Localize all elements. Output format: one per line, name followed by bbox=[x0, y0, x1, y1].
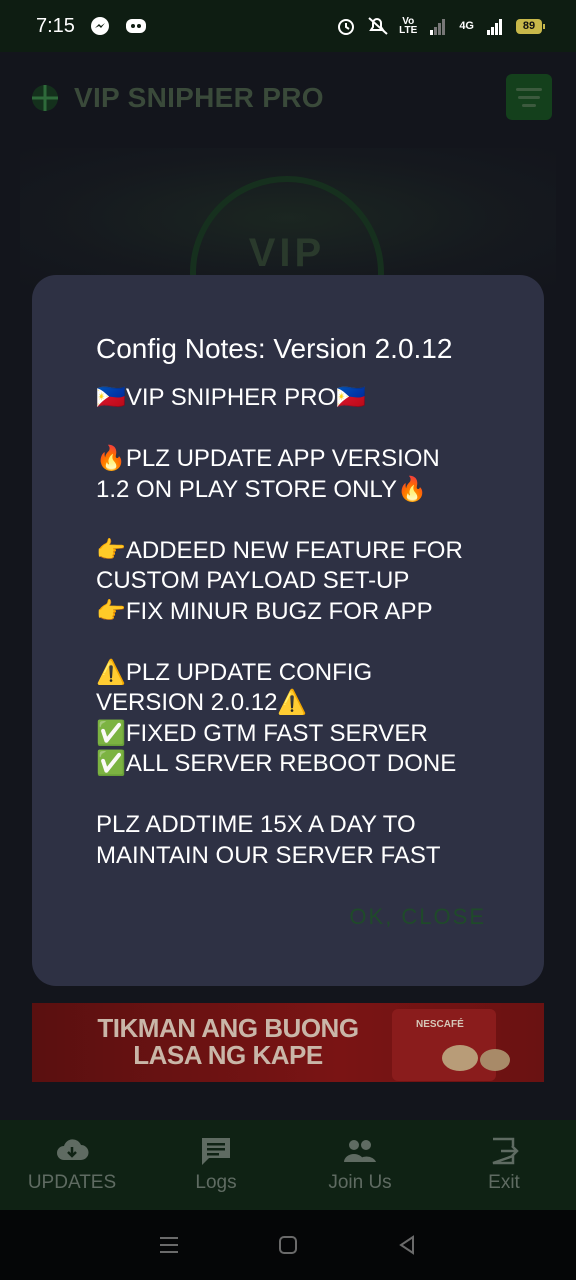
nav-label: Join Us bbox=[328, 1172, 392, 1193]
recents-icon[interactable] bbox=[157, 1233, 181, 1257]
cloud-download-icon bbox=[57, 1139, 89, 1160]
signal-icon-2 bbox=[484, 15, 506, 37]
clock: 7:15 bbox=[36, 14, 75, 37]
group-icon bbox=[344, 1140, 376, 1162]
signal-icon bbox=[427, 15, 449, 37]
vip-emblem-text: VIP bbox=[248, 230, 326, 275]
app-header: VIP SNIPHER PRO bbox=[0, 52, 576, 144]
system-navigation bbox=[0, 1210, 576, 1280]
messenger-icon bbox=[89, 15, 111, 37]
exit-icon bbox=[492, 1137, 519, 1165]
menu-line-icon bbox=[518, 95, 540, 99]
nav-label: Exit bbox=[488, 1172, 520, 1193]
nav-updates[interactable]: UPDATES bbox=[0, 1120, 144, 1210]
ad-banner[interactable]: TIKMAN ANG BUONG LASA NG KAPE NESCAFÉ bbox=[32, 1003, 544, 1082]
alarm-icon bbox=[335, 15, 357, 37]
volte-indicator: Vo LTE bbox=[399, 16, 418, 36]
coffee-cup-image bbox=[480, 1049, 510, 1071]
discord-icon bbox=[125, 15, 147, 37]
product-image: NESCAFÉ bbox=[392, 1009, 496, 1081]
status-bar: 7:15 Vo LTE 4G 89 bbox=[0, 0, 576, 52]
app-title: VIP SNIPHER PRO bbox=[74, 82, 324, 113]
config-notes-dialog: Config Notes: Version 2.0.12 🇵🇭VIP SNIPH… bbox=[32, 275, 544, 986]
coffee-cup-image bbox=[442, 1045, 478, 1071]
dialog-title: Config Notes: Version 2.0.12 bbox=[96, 333, 453, 364]
menu-line-icon bbox=[516, 87, 542, 91]
nav-label: Logs bbox=[195, 1172, 237, 1193]
back-icon[interactable] bbox=[395, 1233, 419, 1257]
ad-brand: NESCAFÉ bbox=[416, 1019, 464, 1030]
bottom-navigation: UPDATES Logs Join Us Exit bbox=[0, 1120, 576, 1210]
home-icon[interactable] bbox=[276, 1233, 300, 1257]
network-type: 4G bbox=[459, 20, 474, 32]
ok-close-button[interactable]: OK, CLOSE bbox=[349, 904, 486, 930]
menu-button[interactable] bbox=[506, 74, 552, 120]
dialog-message: 🇵🇭VIP SNIPHER PRO🇵🇭 🔥PLZ UPDATE APP VERS… bbox=[96, 384, 463, 869]
ad-text: TIKMAN ANG BUONG LASA NG KAPE bbox=[97, 1013, 359, 1070]
message-icon bbox=[202, 1138, 230, 1165]
nav-exit[interactable]: Exit bbox=[432, 1120, 576, 1210]
menu-line-icon bbox=[522, 103, 536, 107]
battery-indicator: 89 bbox=[516, 18, 545, 34]
nav-label: UPDATES bbox=[27, 1172, 117, 1193]
nav-join-us[interactable]: Join Us bbox=[288, 1120, 432, 1210]
nav-logs[interactable]: Logs bbox=[144, 1120, 288, 1210]
app-logo-icon bbox=[26, 79, 64, 117]
mute-icon bbox=[367, 15, 389, 37]
